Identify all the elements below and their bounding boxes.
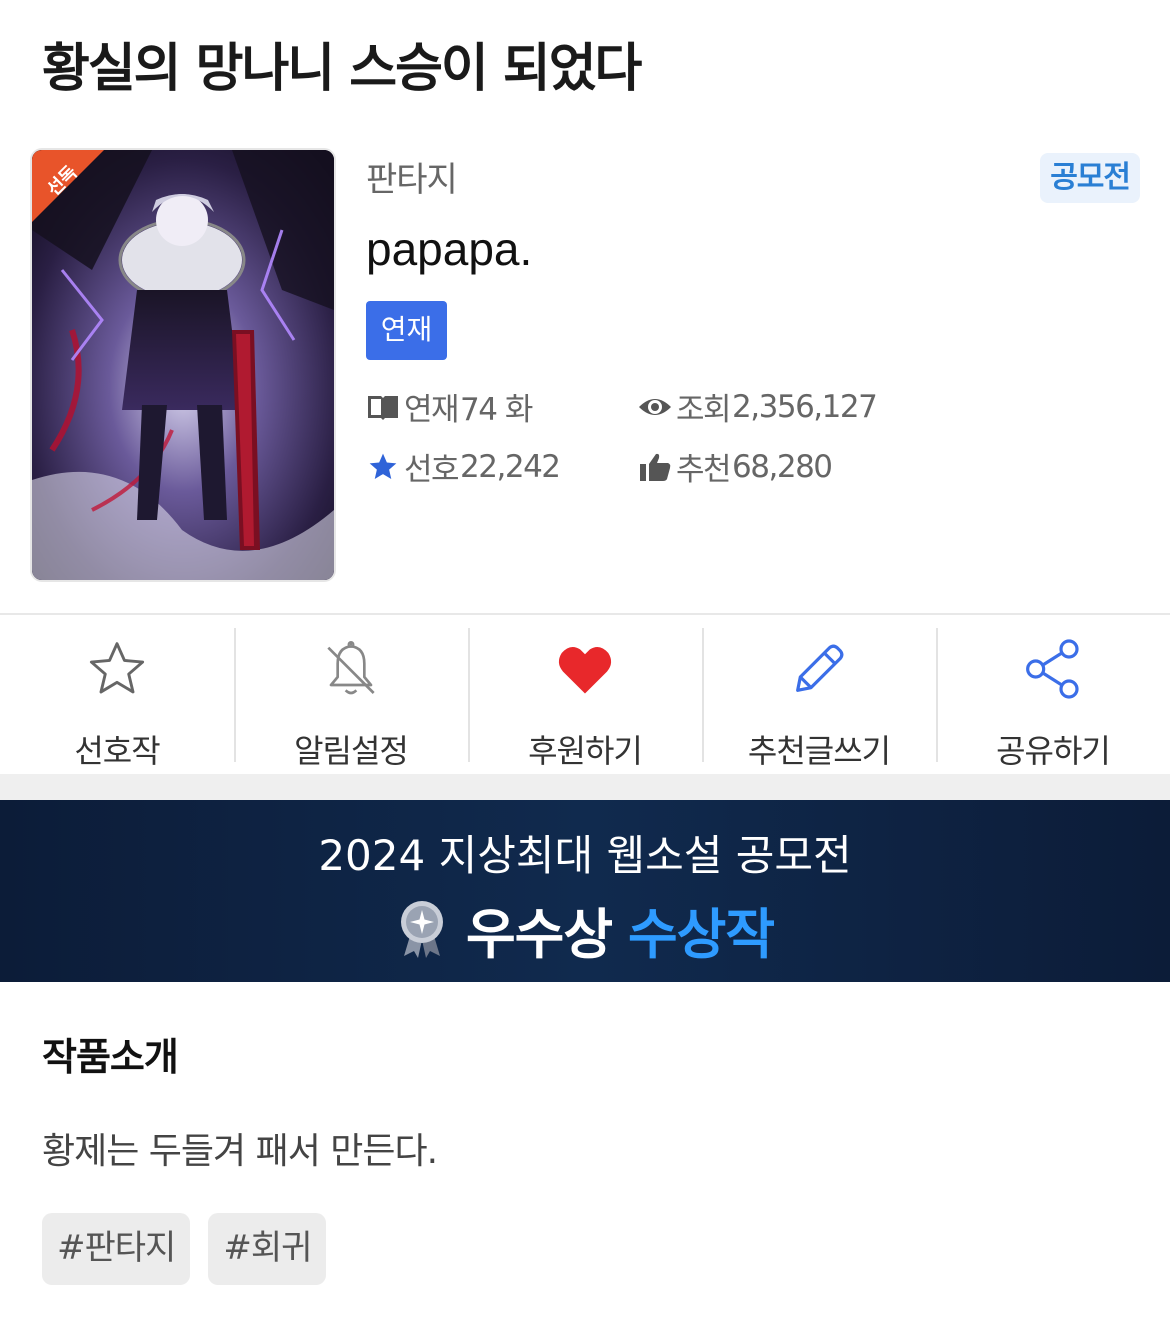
genre-label[interactable]: 판타지 <box>366 152 458 201</box>
stat-recommend: 추천 68,280 <box>638 444 833 489</box>
write-review-label: 추천글쓰기 <box>747 732 891 770</box>
share-icon <box>1018 634 1088 704</box>
section-gap <box>0 774 1170 800</box>
notify-label: 알림설정 <box>294 732 409 770</box>
share-button[interactable]: 공유하기 <box>936 616 1170 774</box>
notify-button[interactable]: 알림설정 <box>234 616 468 774</box>
stat-episodes-value: 74 화 <box>460 392 533 428</box>
stat-favorites-value: 22,242 <box>460 448 561 485</box>
cover-art: 선독 <box>32 150 334 580</box>
tag-fantasy[interactable]: #판타지 <box>42 1213 191 1285</box>
favorite-button[interactable]: 선호작 <box>0 616 234 774</box>
stat-recommend-label: 추천 <box>676 452 732 488</box>
support-button[interactable]: 후원하기 <box>468 616 702 774</box>
star-outline-icon <box>82 634 152 704</box>
banner-award: 우수상 <box>465 903 613 966</box>
action-bar: 선호작 알림설정 후원하기 추천글쓰기 공유하기 <box>0 616 1170 774</box>
intro-text: 황제는 두들겨 패서 만든다. <box>42 1131 438 1172</box>
tag-regression[interactable]: #회귀 <box>208 1213 327 1285</box>
eye-icon <box>638 390 672 424</box>
share-label: 공유하기 <box>996 732 1111 770</box>
tag-list: #판타지 #회귀 <box>42 1213 327 1285</box>
divider <box>0 613 1170 615</box>
write-review-button[interactable]: 추천글쓰기 <box>702 616 936 774</box>
stat-recommend-value: 68,280 <box>732 448 833 485</box>
bell-off-icon <box>316 634 386 704</box>
stat-views-value: 2,356,127 <box>732 388 878 425</box>
banner-winner: 수상작 <box>628 903 775 966</box>
intro-heading: 작품소개 <box>42 1035 179 1079</box>
stat-views-label: 조회 <box>676 392 732 428</box>
page-title: 황실의 망나니 스승이 되었다 <box>42 39 642 99</box>
pencil-icon <box>784 634 854 704</box>
contest-badge[interactable]: 공모전 <box>1040 153 1140 203</box>
status-badge: 연재 <box>366 301 447 360</box>
stat-episodes-label: 연재 <box>404 392 460 428</box>
author-name[interactable]: papapa. <box>366 222 532 276</box>
heart-icon <box>550 634 620 704</box>
contest-banner[interactable]: 2024 지상최대 웹소설 공모전 우수상 수상작 <box>0 800 1170 982</box>
stat-favorites-label: 선호 <box>404 452 460 488</box>
cover-image[interactable]: 선독 <box>30 148 336 582</box>
banner-title: 2024 지상최대 웹소설 공모전 <box>318 831 852 880</box>
stat-views: 조회 2,356,127 <box>638 384 878 429</box>
star-icon <box>366 450 400 484</box>
support-label: 후원하기 <box>528 732 643 770</box>
stat-favorites: 선호 22,242 <box>366 444 561 489</box>
medal-icon <box>396 898 448 962</box>
book-icon <box>366 390 400 424</box>
stat-episodes: 연재 74 화 <box>366 384 533 429</box>
favorite-label: 선호작 <box>74 732 160 770</box>
thumbs-up-icon <box>638 450 672 484</box>
